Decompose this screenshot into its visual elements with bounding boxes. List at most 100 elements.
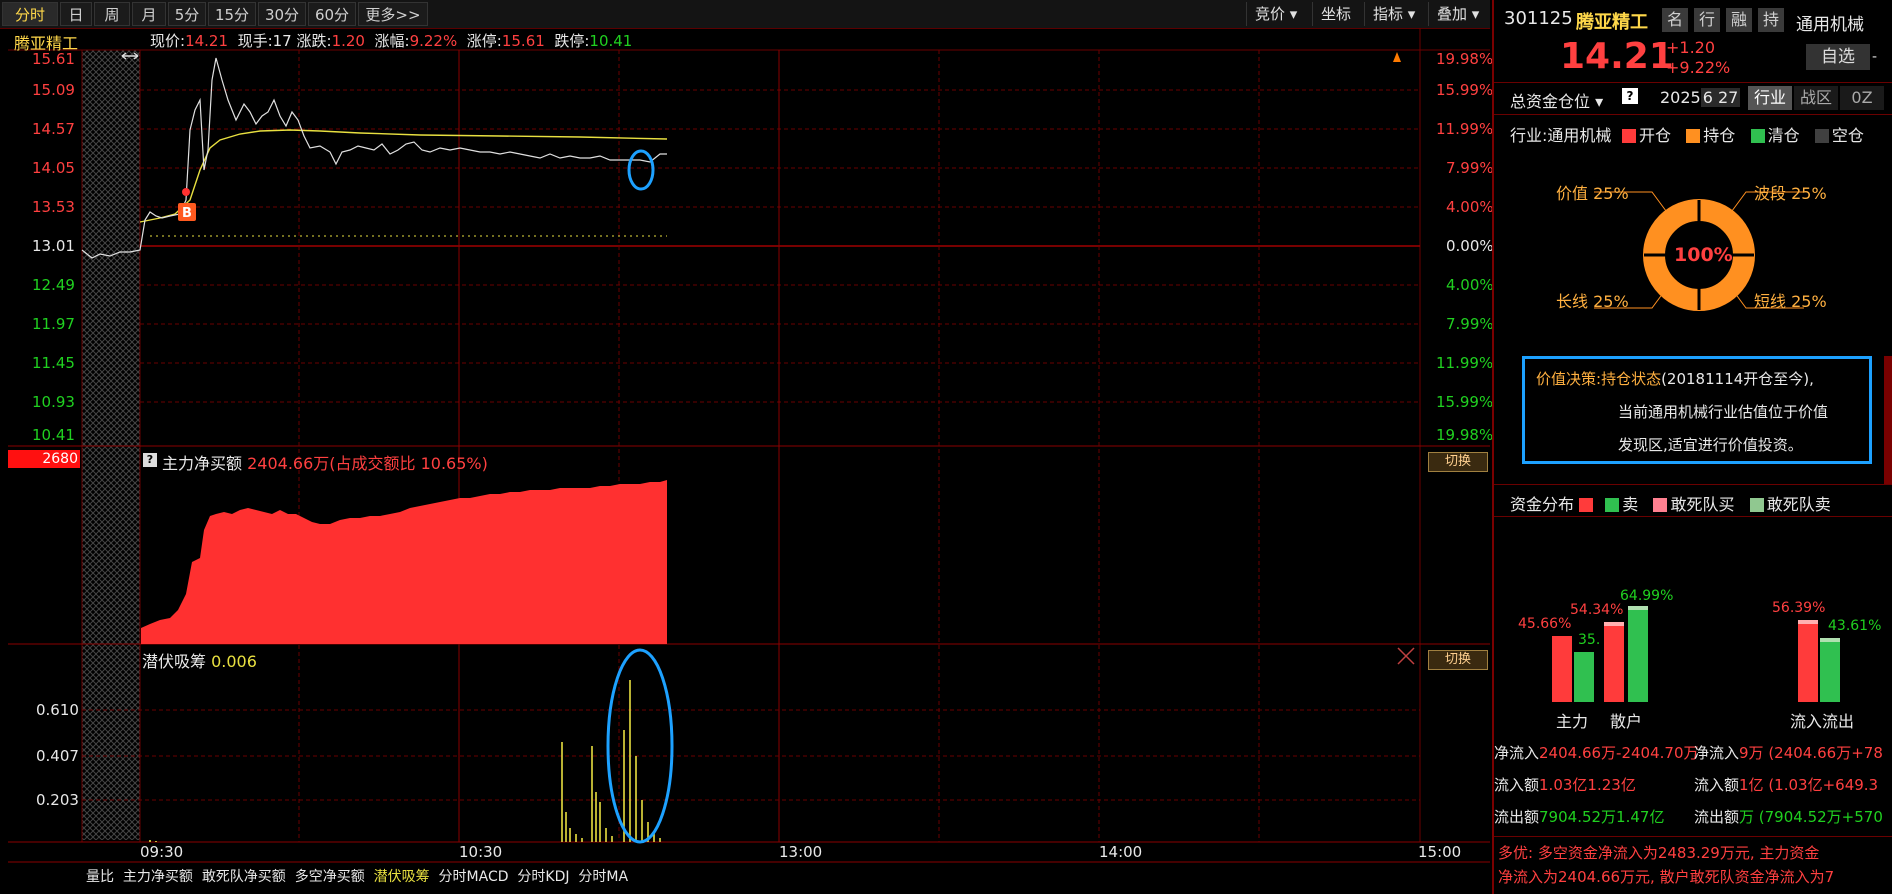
pct-tick: 4.00% (1446, 198, 1494, 216)
time-tick: 13:00 (779, 843, 823, 861)
pct-tick: 11.99% (1436, 354, 1494, 372)
tag-industry-button[interactable]: 行 (1694, 8, 1720, 32)
bar-main-out: 35. (1578, 632, 1601, 648)
tag-name-button[interactable]: 名 (1662, 8, 1688, 32)
main-net-header: 主力净买额 2404.66万(占成交额比 10.65%) (162, 454, 488, 473)
stock-name: 腾亚精工 (1576, 12, 1648, 33)
tab-gansidui[interactable]: 敢死队净买额 (202, 869, 286, 885)
bar-main-in: 45.66% (1518, 616, 1572, 632)
time-tick: 09:30 (140, 843, 184, 861)
tag-holding-button[interactable]: 持 (1758, 8, 1784, 32)
subtab-oz[interactable]: 0Z (1840, 86, 1884, 110)
price-tick: 11.97 (32, 315, 75, 333)
pct-tick: 0.00% (1446, 237, 1494, 255)
switch-button[interactable]: 切换 (1428, 452, 1488, 472)
stock-info-panel: 301125 腾亚精工 名 行 融 持 通用机械 14.21 +1.20 +9.… (1492, 0, 1892, 894)
average-price-line (139, 129, 668, 223)
highlight-ellipse (606, 648, 674, 844)
pct-tick: 11.99% (1436, 120, 1494, 138)
price-tick: 14.57 (32, 120, 75, 138)
help-icon[interactable]: ? (143, 453, 157, 467)
tab-kdj[interactable]: 分时KDJ (517, 869, 569, 885)
price-change: +1.20 (1666, 38, 1716, 57)
time-tick: 14:00 (1099, 843, 1143, 861)
quote-line: 现价:14.21 现手:17 涨跌:1.20 涨幅:9.22% 涨停:15.61… (150, 32, 633, 50)
decision-line-3: 发现区,适宜进行价值投资。 (1618, 436, 1803, 454)
tab-macd[interactable]: 分时MACD (439, 869, 509, 885)
add-watchlist-button[interactable]: 自选 (1806, 44, 1870, 70)
price-tick: 12.49 (32, 276, 75, 294)
date-field[interactable]: 2025 6 27 (1660, 88, 1741, 107)
qianfu-tick: 0.203 (36, 791, 79, 809)
pct-tick: 19.98% (1436, 426, 1494, 444)
qianfu-header: 潜伏吸筹 0.006 (142, 652, 257, 671)
decision-line-1: 价值决策:持仓状态(20181114开仓至今), (1536, 370, 1814, 388)
switch-button[interactable]: 切换 (1428, 650, 1488, 670)
main-net-buy-area (141, 480, 667, 644)
pct-tick: 19.98% (1436, 50, 1494, 68)
price-line (81, 57, 667, 259)
tab-main-net[interactable]: 主力净买额 (123, 869, 193, 885)
price-tick: 10.41 (32, 426, 75, 444)
pct-tick: 15.99% (1436, 81, 1494, 99)
bar-flow-in: 56.39% (1772, 600, 1826, 616)
indicator-tabs: 量比 主力净买额 敢死队净买额 多空净买额 潜伏吸筹 分时MACD 分时KDJ … (86, 866, 628, 886)
qianfu-bars (149, 680, 661, 842)
summary-line-2: 净流入为2404.66万元, 散户敢死队资金净流入为7 (1498, 868, 1835, 886)
highlight-circle-small (627, 149, 655, 191)
industry-line: 行业:通用机械 (1510, 126, 1612, 145)
donut-label-value: 价值 25% (1556, 184, 1629, 203)
subtab-zone[interactable]: 战区 (1794, 86, 1838, 110)
tab-liangbi[interactable]: 量比 (86, 869, 114, 885)
pct-tick: 7.99% (1446, 159, 1494, 177)
position-dropdown[interactable]: 总资金仓位 ▾ (1510, 88, 1603, 112)
price-change-pct: +9.22% (1666, 58, 1731, 77)
bar-retail-out: 64.99% (1620, 588, 1674, 604)
outflow-row: 流出额7904.52万1.47亿 (1494, 808, 1665, 826)
qianfu-tick: 0.407 (36, 747, 79, 765)
inflow-row-2: 流入额1亿 (1.03亿+649.3 (1694, 776, 1879, 794)
tab-ma[interactable]: 分时MA (578, 869, 628, 885)
price-tick: 14.05 (32, 159, 75, 177)
price-tick: 15.61 (32, 50, 75, 68)
position-donut (1594, 191, 1804, 311)
bar-flow-out: 43.61% (1828, 618, 1882, 634)
close-icon[interactable] (1397, 647, 1415, 665)
price-tick: 13.01 (32, 237, 75, 255)
tab-qianfu[interactable]: 潜伏吸筹 (374, 869, 430, 885)
tag-margin-button[interactable]: 融 (1726, 8, 1752, 32)
net-inflow-row: 净流入2404.66万-2404.70万 (1494, 744, 1699, 762)
time-tick: 15:00 (1418, 843, 1462, 861)
pct-tick: 7.99% (1446, 315, 1494, 333)
buy-point-dot (182, 188, 190, 196)
bar-label-main: 主力 (1556, 712, 1589, 731)
subtab-industry[interactable]: 行业 (1748, 86, 1792, 110)
industry-name: 通用机械 (1796, 15, 1864, 35)
price-tick: 10.93 (32, 393, 75, 411)
stock-code: 301125 (1504, 8, 1573, 29)
help-icon[interactable]: ? (1622, 88, 1638, 104)
pre-market-hatch (82, 50, 140, 840)
bar-retail-in: 54.34% (1570, 602, 1624, 618)
donut-label-wave: 波段 25% (1754, 184, 1827, 203)
time-tick: 10:30 (459, 843, 503, 861)
caret-down-icon: ▾ (1595, 92, 1604, 111)
donut-label-long: 长线 25% (1556, 292, 1629, 311)
net-inflow-row-2: 净流入9万 (2404.66万+78 (1694, 744, 1883, 762)
donut-center-label: 100% (1674, 244, 1733, 266)
bar-label-flow: 流入流出 (1790, 712, 1855, 731)
scrollbar[interactable] (1884, 356, 1892, 484)
watchlist-minus[interactable]: - (1872, 44, 1886, 70)
pct-tick: 15.99% (1436, 393, 1494, 411)
fund-legend: 资金分布 卖 敢死队买 敢死队卖 (1510, 495, 1831, 514)
outflow-row-2: 流出额万 (7904.52万+570 (1694, 808, 1883, 826)
tab-duokong[interactable]: 多空净买额 (295, 869, 365, 885)
qianfu-tick: 0.610 (36, 701, 79, 719)
value-badge: 2680 (8, 450, 80, 468)
price-tick: 11.45 (32, 354, 75, 372)
buy-marker-label: B (182, 206, 192, 221)
intraday-chart[interactable]: B (0, 0, 1490, 894)
decision-line-2: 当前通用机械行业估值位于价值 (1618, 403, 1829, 421)
summary-line-1: 多优: 多空资金净流入为2483.29万元, 主力资金 (1498, 844, 1820, 862)
price-tick: 15.09 (32, 81, 75, 99)
